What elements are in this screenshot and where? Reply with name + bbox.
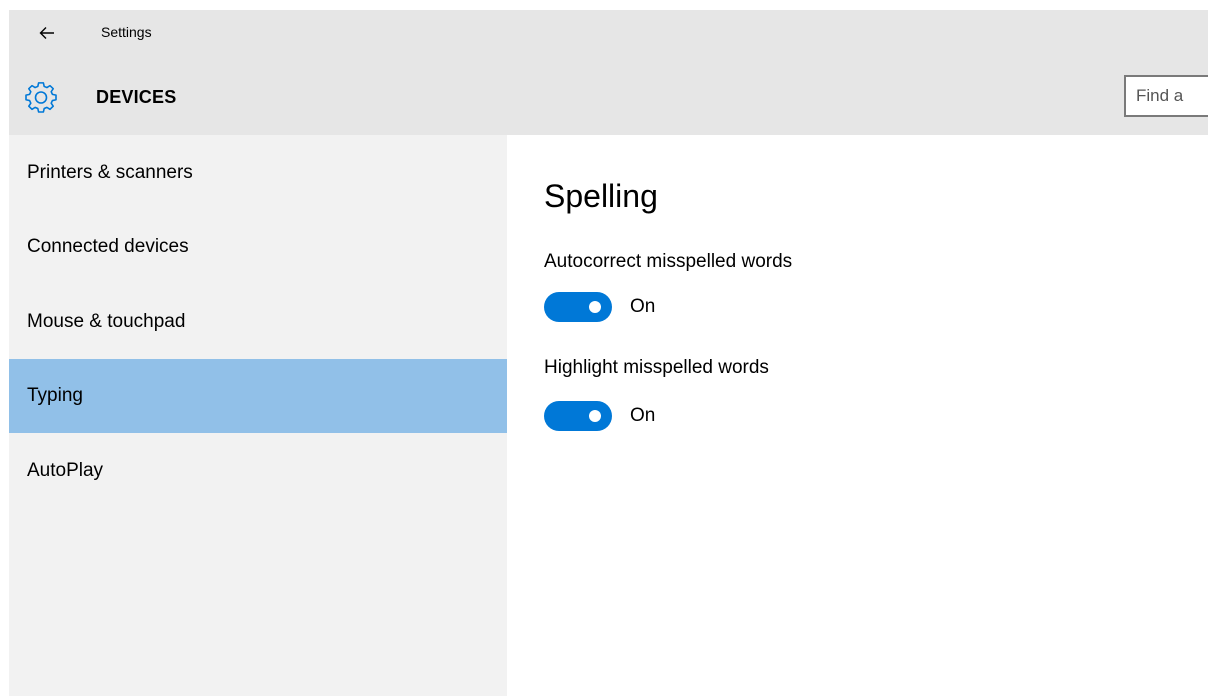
sidebar-item-printers-scanners[interactable]: Printers & scanners <box>9 136 507 210</box>
highlight-state: On <box>630 405 656 426</box>
autocorrect-label: Autocorrect misspelled words <box>544 251 793 272</box>
toggle-knob <box>589 301 601 313</box>
page-header: DEVICES <box>9 58 1208 135</box>
search-box[interactable] <box>1124 75 1208 117</box>
autocorrect-toggle[interactable] <box>544 292 612 322</box>
section-title: DEVICES <box>96 87 177 107</box>
page-title: Spelling <box>544 178 658 214</box>
sidebar-item-autoplay[interactable]: AutoPlay <box>9 434 507 508</box>
sidebar: Printers & scanners Connected devices Mo… <box>9 135 507 696</box>
autocorrect-setting: On <box>544 292 655 322</box>
toggle-knob <box>589 410 601 422</box>
back-arrow-icon <box>39 27 54 39</box>
window-title: Settings <box>101 24 152 40</box>
highlight-label: Highlight misspelled words <box>544 357 769 378</box>
sidebar-item-connected-devices[interactable]: Connected devices <box>9 210 507 284</box>
title-bar: Settings <box>9 10 1208 58</box>
gear-icon <box>25 82 57 113</box>
search-input[interactable] <box>1126 77 1208 115</box>
sidebar-item-mouse-touchpad[interactable]: Mouse & touchpad <box>9 285 507 359</box>
highlight-setting: On <box>544 401 655 431</box>
main-content: Spelling Autocorrect misspelled words On… <box>507 135 1208 696</box>
autocorrect-state: On <box>630 296 656 317</box>
settings-window: Settings DEVICES Printers & scanners Con… <box>0 0 1208 696</box>
back-button[interactable] <box>31 18 63 48</box>
highlight-toggle[interactable] <box>544 401 612 431</box>
sidebar-item-typing[interactable]: Typing <box>9 359 507 433</box>
